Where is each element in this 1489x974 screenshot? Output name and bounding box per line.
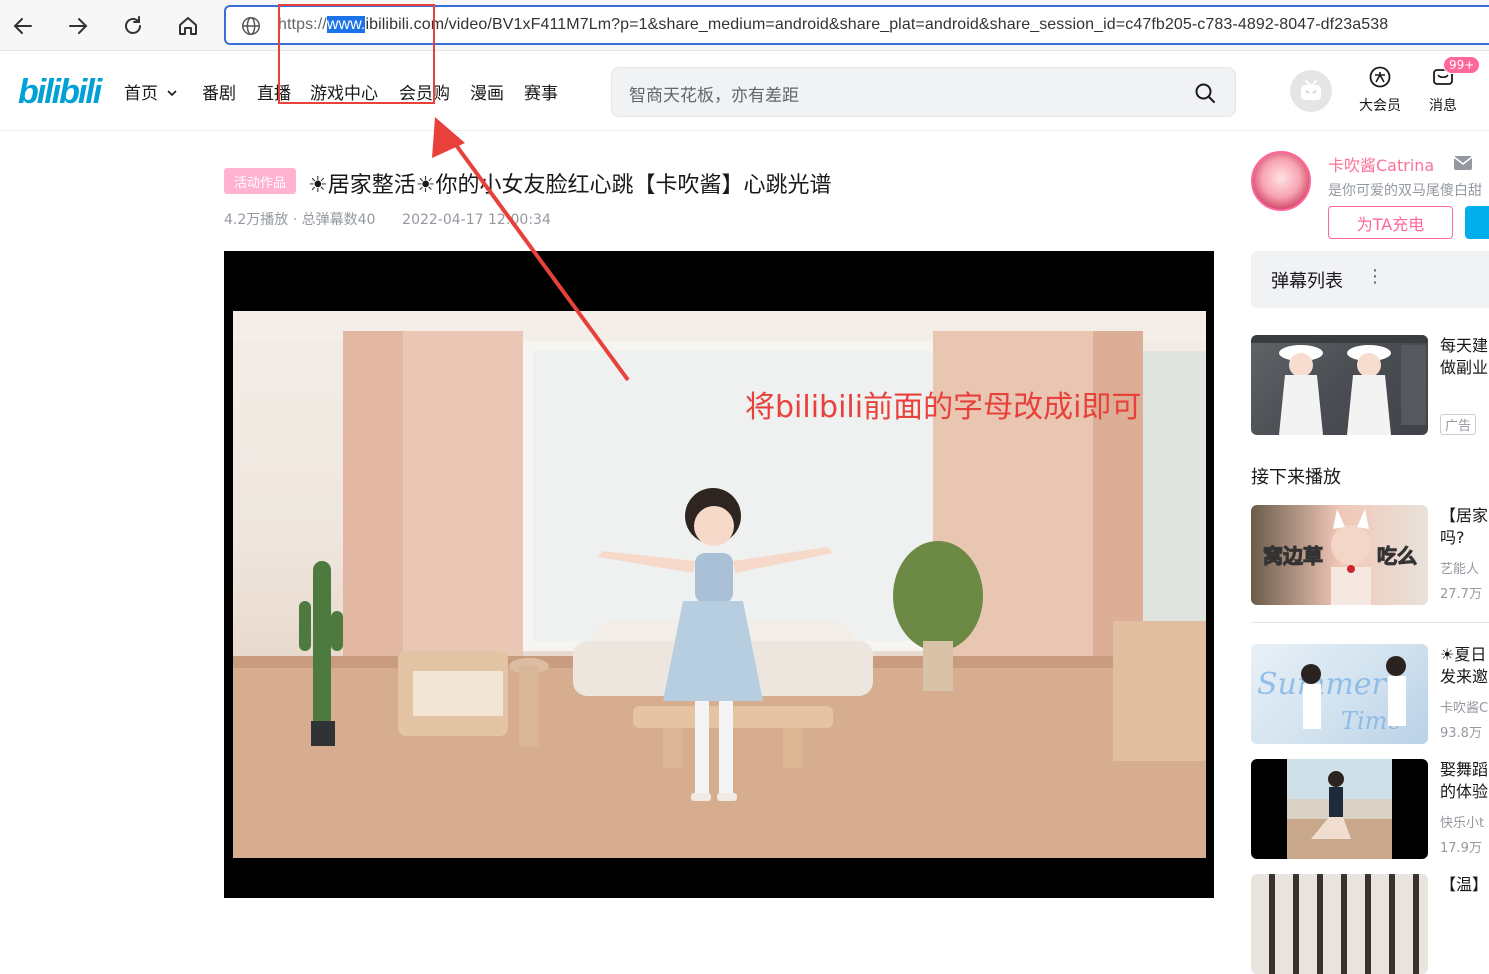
- uploader-description: 是你可爱的双马尾傻白甜: [1328, 183, 1482, 199]
- recommended-video[interactable]: 娶舞蹈 的体验 快乐小t 17.9万: [1251, 759, 1489, 859]
- tv-face-icon: [1301, 80, 1321, 100]
- ad-title-line2[interactable]: 做副业: [1440, 357, 1488, 379]
- video-title: ☀居家整活☀你的小女友脸红心跳【卡吹酱】心跳光谱: [308, 173, 832, 198]
- danmaku-list-label: 弹幕列表: [1271, 271, 1343, 292]
- video-title-line1[interactable]: 【温】: [1440, 874, 1488, 896]
- svg-text:吃么: 吃么: [1377, 544, 1417, 568]
- follow-button[interactable]: [1465, 206, 1489, 239]
- video-title-line2[interactable]: 发来邀: [1440, 666, 1488, 688]
- ad-title-line1[interactable]: 每天建: [1440, 335, 1488, 357]
- thumbnail-image: 窝边草 吃么: [1263, 509, 1418, 605]
- danmaku-list-panel[interactable]: 弹幕列表 ⋮: [1251, 251, 1489, 308]
- publish-date: 2022-04-17 12:00:34: [402, 212, 551, 228]
- site-header: bilibili 首页 番剧 直播 游戏中心 会员购 漫画 赛事 智商天花板，亦…: [0, 51, 1489, 131]
- video-views: 93.8万: [1440, 726, 1482, 741]
- nav-manga[interactable]: 漫画: [470, 79, 504, 104]
- nav-esports[interactable]: 赛事: [524, 79, 558, 104]
- url-text[interactable]: https://www.ibilibili.com/video/BV1xF411…: [278, 16, 1388, 34]
- vip-entry[interactable]: 大会员: [1350, 65, 1410, 115]
- user-avatar[interactable]: [1290, 70, 1332, 112]
- video-title-line1[interactable]: 【居家: [1440, 505, 1488, 527]
- video-uploader[interactable]: 艺能人: [1440, 558, 1479, 577]
- arrow-right-icon: [69, 18, 88, 34]
- reload-button[interactable]: [117, 10, 149, 42]
- video-thumbnail[interactable]: Summer Time: [1251, 644, 1428, 744]
- video-thumbnail[interactable]: [1251, 759, 1428, 859]
- divider: [1251, 622, 1489, 623]
- video-views: 17.9万: [1440, 841, 1482, 856]
- svg-text:Summer: Summer: [1257, 667, 1388, 702]
- search-icon[interactable]: [1193, 81, 1217, 105]
- bilibili-logo[interactable]: bilibili: [18, 73, 102, 112]
- danmaku-count: 总弹幕数40: [301, 212, 376, 228]
- back-button[interactable]: [7, 10, 39, 42]
- arrow-left-icon: [13, 18, 32, 34]
- video-title-line1[interactable]: ☀夏日: [1440, 644, 1486, 666]
- browser-toolbar: https://www.ibilibili.com/video/BV1xF411…: [0, 0, 1489, 51]
- video-meta: 4.2万播放 · 总弹幕数40 2022-04-17 12:00:34: [224, 209, 551, 229]
- ad-thumbnail[interactable]: [1251, 335, 1428, 435]
- charge-button[interactable]: 为TA充电: [1328, 206, 1453, 239]
- home-icon: [179, 17, 197, 35]
- url-rest: ibilibili.com/video/BV1xF411M7Lm?p=1&sha…: [365, 16, 1389, 33]
- home-button[interactable]: [172, 10, 204, 42]
- uploader-name[interactable]: 卡吹酱Catrina: [1328, 152, 1434, 176]
- recommended-video[interactable]: Summer Time ☀夏日 发来邀 卡吹酱C 93.8万: [1251, 644, 1489, 744]
- video-title-line2[interactable]: 吗?: [1440, 527, 1465, 549]
- message-label: 消息: [1429, 98, 1457, 114]
- video-thumbnail[interactable]: 窝边草 吃么: [1251, 505, 1428, 605]
- annotation-text: 将bilibili前面的字母改成i即可: [745, 390, 1142, 425]
- video-uploader[interactable]: 快乐小t: [1440, 812, 1484, 831]
- vip-label: 大会员: [1359, 98, 1401, 114]
- video-thumbnail[interactable]: [1251, 874, 1428, 974]
- url-highlight-box: [278, 4, 435, 104]
- video-views: 27.7万: [1440, 587, 1482, 602]
- meta-dot: ·: [292, 212, 302, 228]
- anime-character-thumbnail: [1251, 335, 1428, 435]
- meta-gap: [380, 212, 398, 228]
- activity-tag[interactable]: 活动作品: [224, 168, 296, 194]
- up-next-label: 接下来播放: [1251, 467, 1341, 488]
- search-input[interactable]: 智商天花板，亦有差距: [629, 81, 799, 106]
- chevron-down-icon: [167, 90, 177, 97]
- video-uploader[interactable]: 卡吹酱C: [1440, 697, 1488, 716]
- globe-icon: [242, 17, 260, 35]
- thumbnail-image: [1287, 759, 1392, 859]
- forward-button[interactable]: [62, 10, 94, 42]
- vip-icon: [1369, 66, 1391, 88]
- search-box[interactable]: 智商天花板，亦有差距: [611, 67, 1236, 117]
- svg-text:窝边草: 窝边草: [1263, 544, 1323, 568]
- ad-tag: 广告: [1440, 414, 1477, 435]
- recommended-video[interactable]: 【温】: [1251, 874, 1489, 974]
- video-title-line1[interactable]: 娶舞蹈: [1440, 759, 1488, 781]
- view-count: 4.2万播放: [224, 212, 289, 228]
- ad-card[interactable]: 每天建 做副业 广告: [1251, 335, 1489, 435]
- reload-icon: [125, 16, 141, 34]
- video-player[interactable]: [224, 251, 1214, 898]
- more-options-icon[interactable]: ⋮: [1366, 266, 1384, 287]
- recommended-video[interactable]: 窝边草 吃么 【居家 吗? 艺能人 27.7万: [1251, 505, 1489, 605]
- video-title-line2[interactable]: 的体验: [1440, 781, 1488, 803]
- thumbnail-image: Summer Time: [1257, 656, 1406, 735]
- uploader-avatar[interactable]: [1251, 151, 1311, 211]
- nav-home[interactable]: 首页: [124, 79, 178, 104]
- message-badge: 99+: [1443, 56, 1481, 74]
- mail-icon[interactable]: [1453, 155, 1473, 171]
- nav-anime[interactable]: 番剧: [202, 79, 236, 104]
- nav-home-label: 首页: [124, 84, 158, 104]
